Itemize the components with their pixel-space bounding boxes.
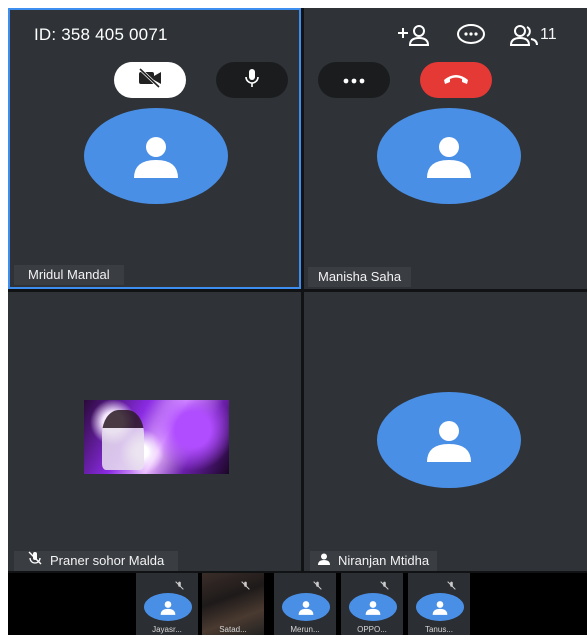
camera-off-icon bbox=[137, 67, 163, 93]
muted-mic-icon bbox=[380, 577, 389, 595]
person-icon bbox=[365, 600, 381, 615]
video-tile-mridul-mandal[interactable]: ID: 358 405 0071 Mridul Mandal bbox=[8, 8, 301, 289]
muted-mic-icon bbox=[28, 551, 42, 571]
end-call-icon bbox=[442, 71, 470, 90]
participant-name: Niranjan Mtidha bbox=[338, 553, 430, 568]
person-icon bbox=[318, 551, 330, 571]
thumbnail-merun[interactable]: Merun... bbox=[274, 573, 336, 635]
video-call-screen: ID: 358 405 0071 Mridul Mandal 11 Manish… bbox=[8, 8, 587, 635]
thumbnail-name: Merun... bbox=[290, 625, 320, 634]
avatar bbox=[84, 108, 228, 204]
muted-mic-icon bbox=[175, 577, 184, 595]
meeting-id: ID: 358 405 0071 bbox=[34, 25, 168, 44]
thumbnail-satad[interactable]: Satad... bbox=[202, 573, 264, 635]
muted-mic-icon bbox=[313, 577, 322, 595]
participant-name: Praner sohor Malda bbox=[50, 553, 165, 568]
avatar bbox=[144, 593, 192, 621]
thumbnail-tanus[interactable]: Tanus... bbox=[408, 573, 470, 635]
more-icon bbox=[343, 71, 365, 89]
person-icon bbox=[134, 137, 178, 178]
end-call-button[interactable] bbox=[420, 62, 492, 98]
avatar bbox=[349, 593, 397, 621]
person-icon bbox=[427, 421, 471, 462]
thumbnail-jayasr[interactable]: Jayasr... bbox=[136, 573, 198, 635]
thumbnail-oppo[interactable]: OPPO... bbox=[341, 573, 403, 635]
thumbnail-name: Tanus... bbox=[424, 625, 453, 634]
participant-name: Mridul Mandal bbox=[14, 265, 124, 285]
avatar bbox=[416, 593, 464, 621]
thumbnail-name: Satad... bbox=[219, 625, 247, 634]
participants-button[interactable]: 11 bbox=[510, 24, 557, 46]
participants-icon bbox=[510, 25, 538, 46]
avatar bbox=[282, 593, 330, 621]
microphone-icon bbox=[244, 68, 260, 93]
person-icon bbox=[432, 600, 448, 615]
more-options-button[interactable] bbox=[318, 62, 390, 98]
chat-icon[interactable] bbox=[456, 24, 486, 46]
participant-count: 11 bbox=[540, 26, 557, 43]
muted-mic-icon bbox=[447, 577, 456, 595]
photo-figure bbox=[102, 410, 144, 470]
person-icon bbox=[427, 137, 471, 178]
participant-name: Manisha Saha bbox=[308, 267, 412, 287]
camera-toggle-button[interactable] bbox=[114, 62, 186, 98]
thumbnail-name: Jayasr... bbox=[152, 625, 182, 634]
video-tile-manisha-saha[interactable]: 11 Manisha Saha bbox=[304, 8, 587, 289]
video-tile-praner-sohor-malda[interactable]: Praner sohor Malda bbox=[8, 292, 301, 571]
microphone-button[interactable] bbox=[216, 62, 288, 98]
profile-photo bbox=[84, 400, 229, 474]
person-icon bbox=[160, 600, 176, 615]
avatar bbox=[377, 108, 521, 204]
person-icon bbox=[298, 600, 314, 615]
participant-name-tag: Niranjan Mtidha bbox=[310, 551, 438, 571]
participant-name-tag: Praner sohor Malda bbox=[14, 551, 179, 571]
participant-strip: Jayasr... Satad... Merun... OPPO... Tanu… bbox=[8, 573, 587, 635]
add-participant-icon[interactable] bbox=[396, 24, 430, 46]
header-actions: 11 bbox=[396, 24, 557, 46]
video-tile-niranjan-mtidha[interactable]: Niranjan Mtidha bbox=[304, 292, 587, 571]
avatar bbox=[377, 392, 521, 488]
thumbnail-name: OPPO... bbox=[357, 625, 387, 634]
muted-mic-icon bbox=[241, 577, 250, 595]
